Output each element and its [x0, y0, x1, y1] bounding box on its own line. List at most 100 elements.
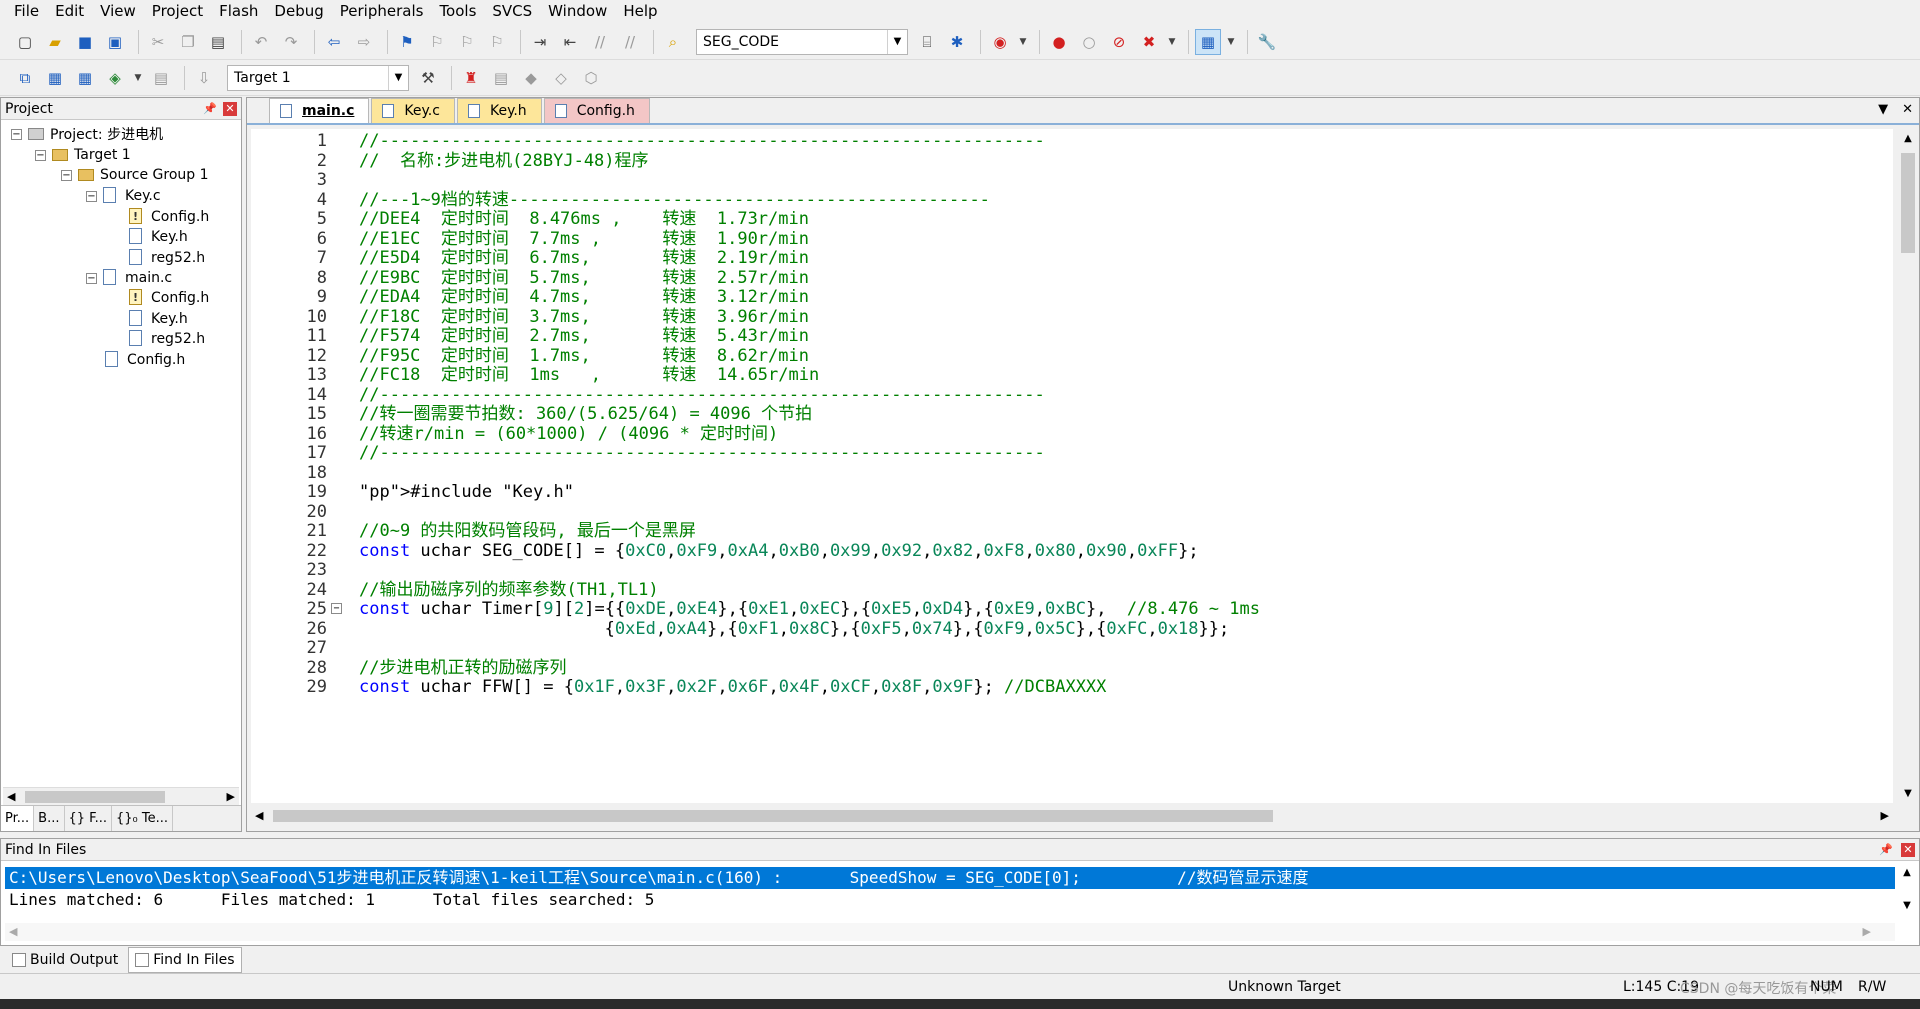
- translate-icon[interactable]: ⧉: [12, 65, 38, 91]
- pin-icon[interactable]: 📌: [1879, 843, 1893, 856]
- paste-icon[interactable]: ▤: [205, 29, 231, 55]
- new-file-icon[interactable]: ▢: [12, 29, 38, 55]
- cut-icon[interactable]: ✂: [145, 29, 171, 55]
- pin-icon[interactable]: 📌: [203, 102, 217, 115]
- result-row[interactable]: C:\Users\Lenovo\Desktop\SeaFood\51步进电机正反…: [5, 867, 1895, 889]
- collapse-icon[interactable]: −: [86, 190, 97, 202]
- stop-build-icon[interactable]: ▤: [148, 65, 174, 91]
- tree-item-key-c[interactable]: − Key.c: [86, 186, 161, 206]
- scroll-up-icon[interactable]: ▲: [1897, 867, 1917, 878]
- tab-functions[interactable]: {} F...: [65, 806, 112, 831]
- find-in-files-icon[interactable]: ⌕: [660, 29, 686, 55]
- tree-item-config-h[interactable]: ! Config.h: [129, 288, 209, 308]
- menu-window[interactable]: Window: [540, 0, 615, 22]
- close-icon[interactable]: ✕: [1902, 102, 1913, 117]
- file-extensions-icon[interactable]: ▤: [488, 65, 514, 91]
- collapse-icon[interactable]: −: [86, 272, 97, 284]
- build-icon[interactable]: ▦: [42, 65, 68, 91]
- editor-hscrollbar[interactable]: ◀ ▶: [251, 807, 1893, 825]
- chevron-down-icon[interactable]: ▼: [132, 65, 144, 91]
- enable-breakpoint-icon[interactable]: ○: [1076, 29, 1102, 55]
- find-symbol-icon[interactable]: ✱: [944, 29, 970, 55]
- undo-icon[interactable]: ↶: [248, 29, 274, 55]
- scroll-left-icon[interactable]: ◀: [7, 790, 15, 803]
- tree-item-reg52-h[interactable]: reg52.h: [129, 248, 205, 268]
- find-hscrollbar[interactable]: ◀ ▶: [5, 923, 1895, 941]
- menu-project[interactable]: Project: [144, 0, 211, 22]
- code-line[interactable]: "pp">#include "Key.h": [359, 480, 574, 504]
- uncomment-icon[interactable]: //: [617, 29, 643, 55]
- tab-project[interactable]: Pr...: [1, 806, 35, 831]
- run-time-environment-icon[interactable]: ⬡: [578, 65, 604, 91]
- code-editor[interactable]: 1 2 3 4 5 6 7 8 9 10 11 12 13 14 15 16 17 18 19 20 21 22 23 24 2…: [251, 129, 1893, 803]
- menu-edit[interactable]: Edit: [47, 0, 92, 22]
- scroll-thumb[interactable]: [25, 791, 165, 803]
- indent-icon[interactable]: ⇥: [527, 29, 553, 55]
- close-icon[interactable]: ✕: [1901, 842, 1915, 857]
- manage-components-icon[interactable]: ♜: [458, 65, 484, 91]
- chevron-down-icon[interactable]: ▼: [388, 65, 408, 90]
- target-combo[interactable]: Target 1 ▼: [227, 64, 409, 91]
- debug-session-icon[interactable]: ◉: [987, 29, 1013, 55]
- scroll-right-icon[interactable]: ▶: [1863, 925, 1871, 938]
- scroll-thumb[interactable]: [1901, 153, 1915, 253]
- tree-item-key-h[interactable]: Key.h: [129, 309, 188, 329]
- target-options-icon[interactable]: ⚒: [415, 65, 441, 91]
- nav-forward-icon[interactable]: ⇨: [351, 29, 377, 55]
- open-file-icon[interactable]: ▰: [42, 29, 68, 55]
- tree-item-reg52-h[interactable]: reg52.h: [129, 329, 205, 349]
- bookmark-next-icon[interactable]: ⚐: [454, 29, 480, 55]
- save-icon[interactable]: ■: [72, 29, 98, 55]
- tree-item-project[interactable]: − Project: 步进电机: [11, 124, 163, 144]
- tab-books[interactable]: B...: [34, 806, 65, 831]
- configure-icon[interactable]: 🔧: [1254, 29, 1280, 55]
- tab-key-c[interactable]: Key.c: [371, 98, 455, 123]
- kill-breakpoints-icon[interactable]: ✖: [1136, 29, 1162, 55]
- find-vscrollbar[interactable]: ▲ ▼: [1897, 867, 1917, 921]
- nav-back-icon[interactable]: ⇦: [321, 29, 347, 55]
- close-icon[interactable]: ✕: [223, 101, 237, 116]
- scroll-thumb[interactable]: [273, 810, 1273, 822]
- scroll-down-icon[interactable]: ▼: [1897, 900, 1917, 911]
- disable-breakpoints-icon[interactable]: ⊘: [1106, 29, 1132, 55]
- scroll-left-icon[interactable]: ◀: [255, 809, 263, 822]
- editor-vscrollbar[interactable]: ▲ ▼: [1897, 129, 1919, 803]
- tab-main-c[interactable]: main.c: [269, 98, 370, 123]
- tree-item-source-group[interactable]: − Source Group 1: [61, 165, 209, 185]
- menu-help[interactable]: Help: [615, 0, 665, 22]
- redo-icon[interactable]: ↷: [278, 29, 304, 55]
- insert-breakpoint-icon[interactable]: ●: [1046, 29, 1072, 55]
- save-all-icon[interactable]: ▣: [102, 29, 128, 55]
- chevron-down-icon[interactable]: ▼: [1017, 29, 1029, 55]
- menu-peripherals[interactable]: Peripherals: [332, 0, 432, 22]
- collapse-icon[interactable]: −: [331, 603, 342, 614]
- pack-installer-icon[interactable]: ◇: [548, 65, 574, 91]
- bookmark-prev-icon[interactable]: ⚐: [424, 29, 450, 55]
- project-hscrollbar[interactable]: ◀ ▶: [3, 787, 239, 805]
- collapse-icon[interactable]: −: [61, 169, 72, 181]
- collapse-icon[interactable]: −: [35, 149, 46, 161]
- scroll-left-icon[interactable]: ◀: [9, 925, 17, 938]
- code-line[interactable]: //--------------------------------------…: [359, 441, 1045, 465]
- unindent-icon[interactable]: ⇤: [557, 29, 583, 55]
- scroll-right-icon[interactable]: ▶: [1881, 809, 1889, 822]
- menu-flash[interactable]: Flash: [211, 0, 266, 22]
- comment-icon[interactable]: //: [587, 29, 613, 55]
- tree-item-key-h[interactable]: Key.h: [129, 227, 188, 247]
- download-icon[interactable]: ⇩: [191, 65, 217, 91]
- scroll-down-icon[interactable]: ▼: [1897, 788, 1919, 799]
- copy-icon[interactable]: ❐: [175, 29, 201, 55]
- tree-item-target[interactable]: − Target 1: [35, 145, 131, 165]
- chevron-down-icon[interactable]: ▼: [1166, 29, 1178, 55]
- tab-find-in-files[interactable]: Find In Files: [128, 946, 242, 973]
- tab-templates[interactable]: {}₀ Te...: [112, 806, 173, 831]
- chevron-down-icon[interactable]: ▼: [1225, 29, 1237, 55]
- scroll-right-icon[interactable]: ▶: [227, 790, 235, 803]
- scroll-up-icon[interactable]: ▲: [1897, 133, 1919, 144]
- incremental-find-icon[interactable]: ⌸: [914, 29, 940, 55]
- rebuild-icon[interactable]: ▦: [72, 65, 98, 91]
- code-line[interactable]: // 名称:步进电机(28BYJ-48)程序: [359, 149, 649, 173]
- menu-tools[interactable]: Tools: [431, 0, 484, 22]
- tree-item-config-h[interactable]: ! Config.h: [129, 207, 209, 227]
- tab-list-icon[interactable]: ▼: [1878, 102, 1888, 117]
